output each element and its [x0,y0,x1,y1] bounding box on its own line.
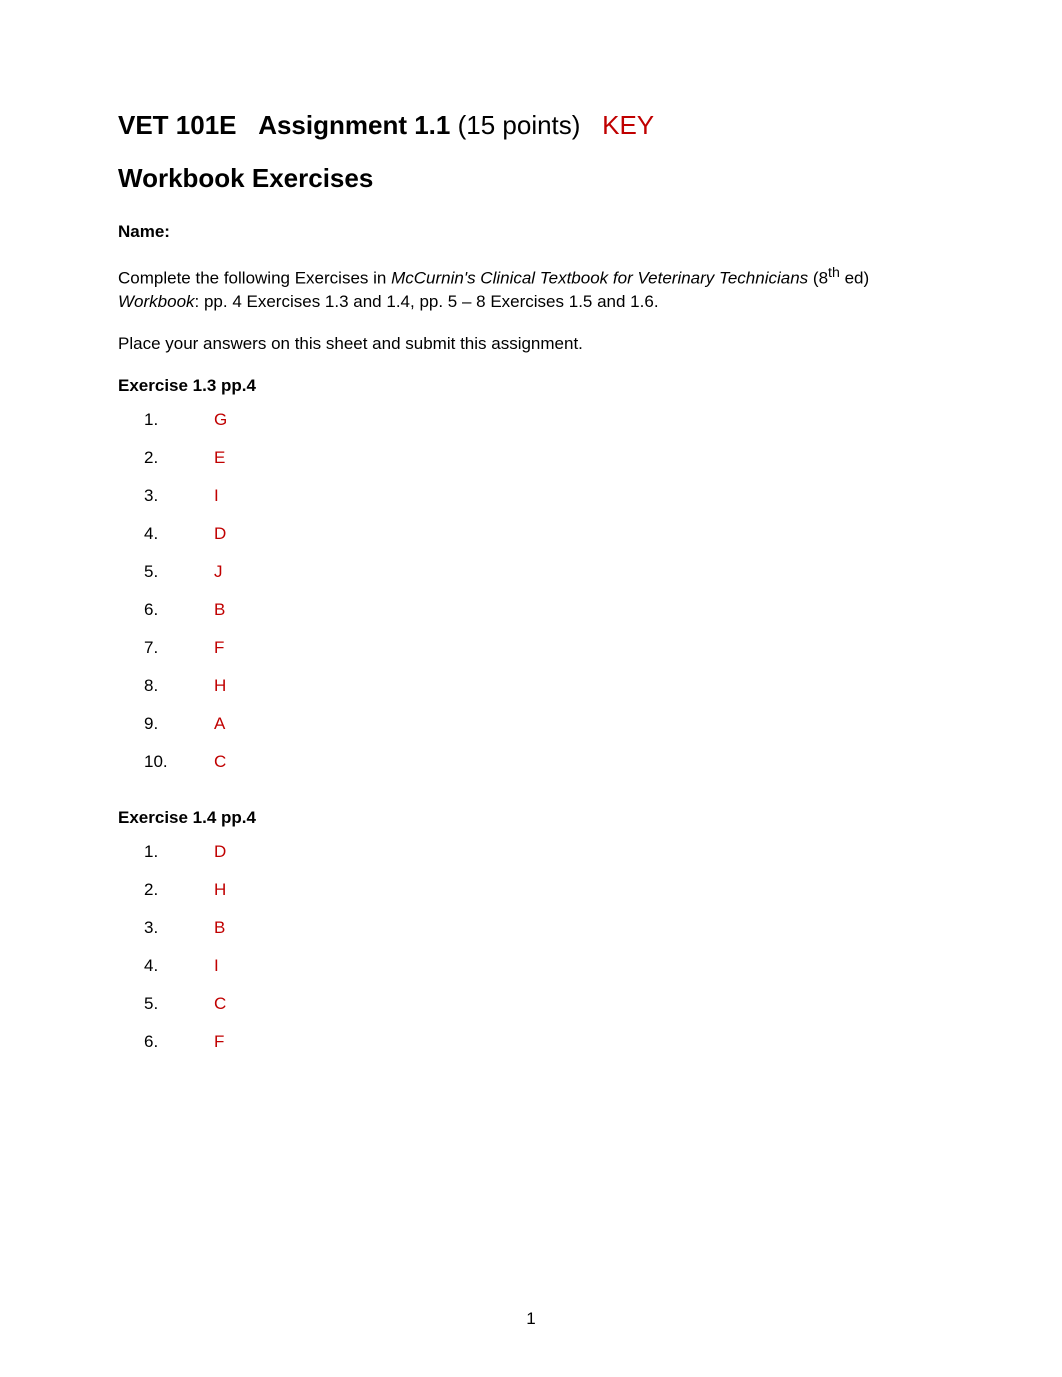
course-code: VET 101E [118,110,237,140]
answer-value: J [214,562,223,582]
list-item: 10.C [144,752,944,772]
instr1-book-title: McCurnin's Clinical Textbook for Veterin… [391,269,808,288]
exercise-1-3-heading: Exercise 1.3 pp.4 [118,376,944,396]
answer-number: 8. [144,676,214,696]
key-label: KEY [602,110,654,140]
page-title: VET 101E Assignment 1.1 (15 points) KEY [118,110,944,141]
instr1-a: Complete the following Exercises in [118,269,391,288]
list-item: 9.A [144,714,944,734]
list-item: 5.J [144,562,944,582]
answer-number: 10. [144,752,214,772]
answer-value: F [214,1032,224,1052]
list-item: 8.H [144,676,944,696]
page-number: 1 [0,1309,1062,1329]
answer-number: 6. [144,600,214,620]
answer-value: A [214,714,225,734]
answer-number: 7. [144,638,214,658]
assignment-number: Assignment 1.1 [258,110,450,140]
list-item: 7.F [144,638,944,658]
answer-value: E [214,448,225,468]
answer-number: 1. [144,842,214,862]
list-item: 3.I [144,486,944,506]
answer-value: G [214,410,227,430]
instr1-g: : pp. 4 Exercises 1.3 and 1.4, pp. 5 – 8… [195,292,659,311]
list-item: 5.C [144,994,944,1014]
exercise-1-3-answers: 1.G 2.E 3.I 4.D 5.J 6.B 7.F 8.H 9.A 10.C [118,410,944,772]
instructions-paragraph-1: Complete the following Exercises in McCu… [118,264,944,314]
list-item: 6.F [144,1032,944,1052]
answer-number: 2. [144,448,214,468]
answer-value: B [214,918,225,938]
answer-number: 9. [144,714,214,734]
answer-value: H [214,880,226,900]
answer-number: 4. [144,956,214,976]
list-item: 3.B [144,918,944,938]
list-item: 2.H [144,880,944,900]
exercise-1-4-answers: 1.D 2.H 3.B 4.I 5.C 6.F [118,842,944,1052]
list-item: 4.D [144,524,944,544]
list-item: 1.D [144,842,944,862]
name-field-label: Name: [118,222,944,242]
list-item: 6.B [144,600,944,620]
answer-number: 3. [144,486,214,506]
instr1-edition-sup: th [828,265,840,281]
instr1-workbook-word: Workbook [118,292,195,311]
answer-value: B [214,600,225,620]
document-page: VET 101E Assignment 1.1 (15 points) KEY … [0,0,1062,1110]
instructions-paragraph-2: Place your answers on this sheet and sub… [118,332,944,356]
answer-number: 3. [144,918,214,938]
points-text: (15 points) [458,110,581,140]
answer-value: C [214,752,226,772]
answer-value: I [214,486,219,506]
answer-value: F [214,638,224,658]
answer-value: I [214,956,219,976]
instr1-c: (8 [808,269,828,288]
answer-value: D [214,842,226,862]
list-item: 4.I [144,956,944,976]
answer-number: 4. [144,524,214,544]
answer-number: 6. [144,1032,214,1052]
answer-value: D [214,524,226,544]
answer-value: H [214,676,226,696]
list-item: 2.E [144,448,944,468]
exercise-1-4-heading: Exercise 1.4 pp.4 [118,808,944,828]
workbook-subtitle: Workbook Exercises [118,163,944,194]
list-item: 1.G [144,410,944,430]
answer-number: 5. [144,562,214,582]
answer-number: 2. [144,880,214,900]
answer-number: 1. [144,410,214,430]
answer-value: C [214,994,226,1014]
instr1-e: ed) [840,269,869,288]
answer-number: 5. [144,994,214,1014]
